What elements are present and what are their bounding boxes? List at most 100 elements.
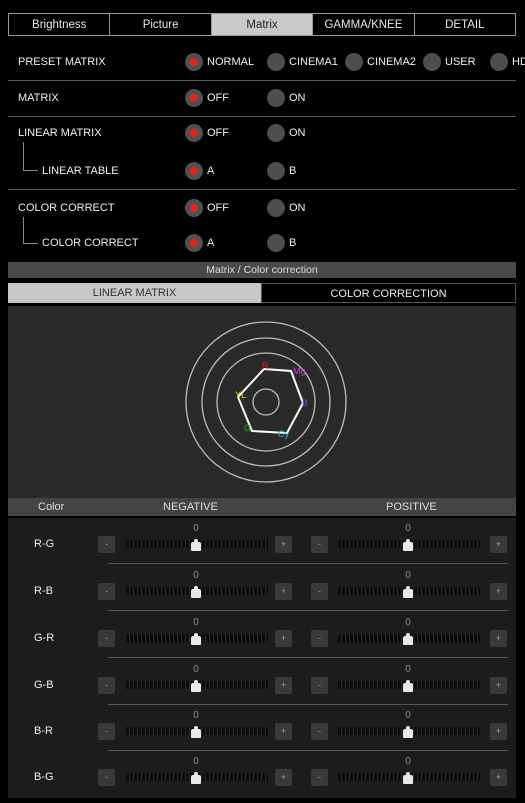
linear-matrix-off-radio[interactable]: OFF [185,124,229,142]
negative-minus-button[interactable]: - [98,723,115,740]
radio-label: A [207,237,215,249]
positive-minus-button[interactable]: - [311,723,328,740]
positive-slider-handle[interactable] [403,539,413,551]
radio-label: CINEMA2 [367,56,416,68]
divider [8,116,516,117]
tab-detail[interactable]: DETAIL [415,14,515,35]
scope-center-ring [252,388,280,416]
color-correct-on-radio[interactable]: ON [267,199,306,217]
radio-unselected-icon [423,53,441,71]
radio-label: OFF [207,92,229,104]
row-divider [108,657,508,658]
radio-label: OFF [207,202,229,214]
positive-minus-button[interactable]: - [311,677,328,694]
radio-unselected-icon [267,53,285,71]
row-name: R-G [34,538,55,550]
vectorscope-graph: R Mg B Cy G YL [185,321,347,483]
color-row-r-b: R-B - 0 + - 0 + [8,567,516,611]
linear-table-row: LINEAR TABLE A B [8,161,516,181]
row-divider [108,610,508,611]
negative-slider-handle[interactable] [191,772,201,784]
preset-cinema1-radio[interactable]: CINEMA1 [267,53,338,71]
preset-cinema2-radio[interactable]: CINEMA2 [345,53,416,71]
linear-matrix-label: LINEAR MATRIX [18,127,102,139]
tab-color-correction[interactable]: COLOR CORRECTION [261,283,516,303]
negative-slider-handle[interactable] [191,726,201,738]
tab-brightness[interactable]: Brightness [9,14,111,35]
negative-plus-button[interactable]: + [275,583,292,600]
negative-minus-button[interactable]: - [98,677,115,694]
positive-minus-button[interactable]: - [311,769,328,786]
negative-minus-button[interactable]: - [98,583,115,600]
positive-minus-button[interactable]: - [311,630,328,647]
radio-unselected-icon [267,162,285,180]
color-row-r-g: R-G - 0 + - 0 + [8,520,516,564]
negative-plus-button[interactable]: + [275,630,292,647]
radio-unselected-icon [267,199,285,217]
positive-plus-button[interactable]: + [490,769,507,786]
positive-value: 0 [405,617,411,628]
color-correct-b-radio[interactable]: B [267,234,296,252]
radio-unselected-icon [490,53,508,71]
preset-matrix-row: PRESET MATRIX NORMAL CINEMA1 CINEMA2 USE… [8,52,525,72]
positive-slider-handle[interactable] [403,772,413,784]
positive-plus-button[interactable]: + [490,536,507,553]
positive-slider-handle[interactable] [403,586,413,598]
negative-plus-button[interactable]: + [275,723,292,740]
radio-label: ON [289,202,306,214]
positive-minus-button[interactable]: - [311,536,328,553]
color-correct-table-row: COLOR CORRECT A B [8,233,516,253]
negative-slider-handle[interactable] [191,586,201,598]
negative-minus-button[interactable]: - [98,630,115,647]
negative-slider-handle[interactable] [191,633,201,645]
linear-matrix-on-radio[interactable]: ON [267,124,306,142]
radio-label: NORMAL [207,56,255,68]
tab-picture[interactable]: Picture [110,14,212,35]
radio-label: HD [512,56,525,68]
positive-plus-button[interactable]: + [490,723,507,740]
color-correct-off-radio[interactable]: OFF [185,199,229,217]
tab-matrix[interactable]: Matrix [211,14,314,35]
positive-plus-button[interactable]: + [490,630,507,647]
linear-table-b-radio[interactable]: B [267,162,296,180]
preset-normal-radio[interactable]: NORMAL [185,53,254,71]
negative-plus-button[interactable]: + [275,769,292,786]
label-b: B [302,398,308,408]
positive-plus-button[interactable]: + [490,583,507,600]
negative-plus-button[interactable]: + [275,677,292,694]
radio-unselected-icon [267,89,285,107]
scope-ring [201,337,331,467]
tab-gamma-knee[interactable]: GAMMA/KNEE [313,14,415,35]
positive-slider-handle[interactable] [403,680,413,692]
matrix-off-radio[interactable]: OFF [185,89,229,107]
column-color: Color [38,501,65,513]
radio-selected-icon [185,124,203,142]
negative-minus-button[interactable]: - [98,536,115,553]
negative-value: 0 [193,617,199,628]
positive-slider-handle[interactable] [403,633,413,645]
preset-user-radio[interactable]: USER [423,53,476,71]
color-row-b-g: B-G - 0 + - 0 + [8,753,516,797]
radio-label: B [289,237,297,249]
scope-ring [185,321,347,483]
negative-slider-handle[interactable] [191,539,201,551]
negative-minus-button[interactable]: - [98,769,115,786]
row-divider [108,750,508,751]
linear-table-a-radio[interactable]: A [185,162,214,180]
positive-plus-button[interactable]: + [490,677,507,694]
radio-label: USER [445,56,476,68]
positive-slider-handle[interactable] [403,726,413,738]
tab-linear-matrix[interactable]: LINEAR MATRIX [8,283,261,303]
color-correct-a-radio[interactable]: A [185,234,214,252]
positive-value: 0 [405,756,411,767]
preset-hd-radio[interactable]: HD [490,53,525,71]
color-row-g-r: G-R - 0 + - 0 + [8,614,516,658]
negative-plus-button[interactable]: + [275,536,292,553]
radio-label: ON [289,127,306,139]
preset-matrix-label: PRESET MATRIX [18,56,106,68]
row-name: B-G [34,771,54,783]
row-name: B-R [34,725,53,737]
negative-slider-handle[interactable] [191,680,201,692]
positive-minus-button[interactable]: - [311,583,328,600]
matrix-on-radio[interactable]: ON [267,89,306,107]
